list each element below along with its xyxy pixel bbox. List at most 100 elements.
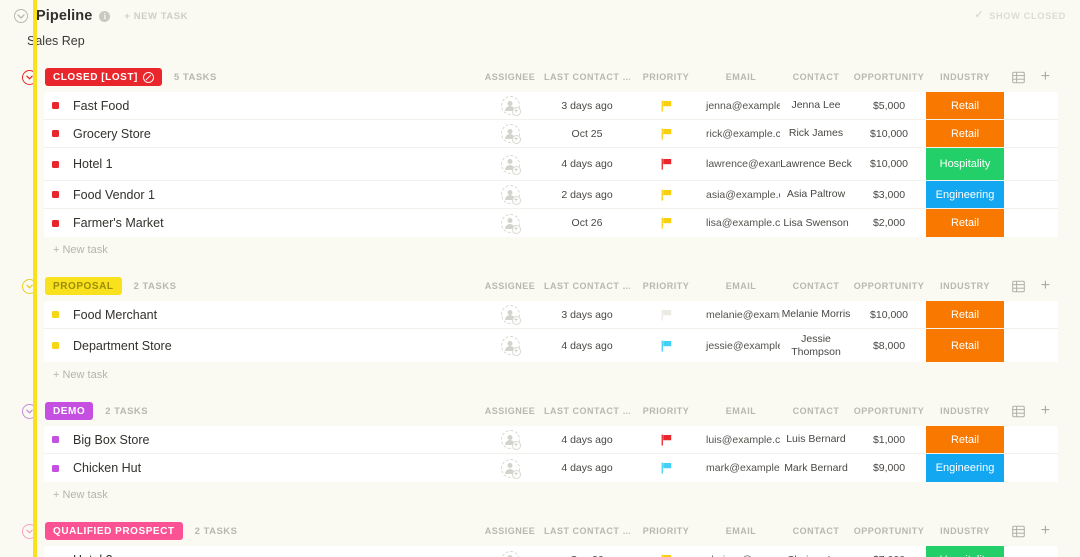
table-icon[interactable] [1012,405,1025,418]
column-header-opportunity[interactable]: OPPORTUNITY [852,281,926,291]
column-header-contact[interactable]: CONTACT [780,72,852,82]
cell-email[interactable]: rick@example.com [702,120,780,147]
plus-icon[interactable]: + [1041,523,1050,539]
cell-email[interactable]: lawrence@example.com [702,148,780,180]
column-header-lastcontact[interactable]: LAST CONTACT … [544,406,630,416]
industry-tag[interactable]: Retail [926,209,1004,237]
column-header-opportunity[interactable]: OPPORTUNITY [852,406,926,416]
plus-icon[interactable]: + [1041,278,1050,294]
cell-contact[interactable]: Lisa Swenson [780,209,852,237]
assignee-avatar-placeholder[interactable]: + [500,96,521,116]
industry-tag[interactable]: Retail [926,92,1004,119]
cell-assignee[interactable]: + [476,92,544,119]
cell-contact[interactable]: Clarissa Lee [780,546,852,557]
table-icon[interactable] [1012,280,1025,293]
industry-tag[interactable]: Retail [926,426,1004,453]
column-header-priority[interactable]: PRIORITY [630,281,702,291]
assignee-avatar-placeholder[interactable]: + [500,154,521,175]
cell-last-contact[interactable]: 4 days ago [544,454,630,482]
task-name[interactable]: Hotel 1 [73,157,113,171]
group-status-badge[interactable]: QUALIFIED PROSPECT [45,522,183,540]
cell-industry[interactable]: Hospitality [926,546,1004,557]
table-row[interactable]: Food Merchant +3 days ago melanie@example.… [44,301,1058,329]
cell-industry[interactable]: Hospitality [926,148,1004,180]
cell-priority[interactable] [630,426,702,453]
cell-industry[interactable]: Retail [926,301,1004,328]
column-header-priority[interactable]: PRIORITY [630,72,702,82]
info-icon[interactable]: i [99,10,111,22]
cell-industry[interactable]: Retail [926,120,1004,147]
cell-industry[interactable]: Engineering [926,181,1004,208]
cell-contact[interactable]: Asia Paltrow [780,181,852,208]
column-header-industry[interactable]: INDUSTRY [926,72,1004,82]
assignee-avatar-placeholder[interactable]: + [500,336,521,356]
cell-opportunity[interactable]: $10,000 [852,148,926,180]
cell-opportunity[interactable]: $1,000 [852,426,926,453]
cell-assignee[interactable]: + [476,546,544,557]
cell-last-contact[interactable]: 4 days ago [544,148,630,180]
column-header-priority[interactable]: PRIORITY [630,406,702,416]
column-header-lastcontact[interactable]: LAST CONTACT … [544,281,630,291]
cell-contact[interactable]: Rick James [780,120,852,147]
table-row[interactable]: Fast Food +3 days ago jenna@example.comJen… [44,92,1058,120]
collapse-all-chevron-icon[interactable] [14,9,28,23]
new-task-button[interactable]: + NEW TASK [124,11,188,22]
cell-priority[interactable] [630,92,702,119]
cell-last-contact[interactable]: 3 days ago [544,301,630,328]
cell-last-contact[interactable]: Sep 26 [544,546,630,557]
industry-tag[interactable]: Retail [926,329,1004,362]
assignee-avatar-placeholder[interactable]: + [500,305,521,325]
add-task-button-closed-lost[interactable]: + New task [44,237,1080,263]
column-header-email[interactable]: EMAIL [702,406,780,416]
column-header-industry[interactable]: INDUSTRY [926,281,1004,291]
table-icon[interactable] [1012,71,1025,84]
column-header-email[interactable]: EMAIL [702,72,780,82]
table-row[interactable]: Hotel 2 + Sep 26 clarissa@example.comClaris… [44,546,1058,557]
cell-assignee[interactable]: + [476,120,544,147]
column-header-contact[interactable]: CONTACT [780,406,852,416]
show-closed-toggle[interactable]: ✓ SHOW CLOSED [974,10,1066,21]
cell-priority[interactable] [630,120,702,147]
industry-tag[interactable]: Hospitality [926,148,1004,180]
cell-opportunity[interactable]: $7,000 [852,546,926,557]
cell-email[interactable]: asia@example.com [702,181,780,208]
cell-email[interactable]: clarissa@example.com [702,546,780,557]
assignee-avatar-placeholder[interactable]: + [500,185,521,205]
cell-priority[interactable] [630,454,702,482]
task-name[interactable]: Big Box Store [73,433,149,447]
industry-tag[interactable]: Hospitality [926,546,1004,557]
cell-last-contact[interactable]: Oct 26 [544,209,630,237]
column-header-email[interactable]: EMAIL [702,526,780,536]
cell-email[interactable]: lisa@example.com [702,209,780,237]
cell-industry[interactable]: Engineering [926,454,1004,482]
cell-priority[interactable] [630,148,702,180]
column-header-assignee[interactable]: ASSIGNEE [476,526,544,536]
table-icon[interactable] [1012,525,1025,538]
task-name[interactable]: Department Store [73,339,172,353]
group-status-badge[interactable]: DEMO [45,402,94,420]
table-row[interactable]: Hotel 1 +4 days ago lawrence@example.comLa… [44,148,1058,181]
industry-tag[interactable]: Retail [926,301,1004,328]
assignee-avatar-placeholder[interactable]: + [500,213,521,234]
assignee-avatar-placeholder[interactable]: + [500,124,521,144]
cell-priority[interactable] [630,181,702,208]
cell-opportunity[interactable]: $5,000 [852,92,926,119]
table-row[interactable]: Food Vendor 1 +2 days ago asia@example.com… [44,181,1058,209]
assignee-avatar-placeholder[interactable]: + [500,550,520,557]
cell-opportunity[interactable]: $10,000 [852,120,926,147]
industry-tag[interactable]: Engineering [926,454,1004,482]
cell-assignee[interactable]: + [476,148,544,180]
plus-icon[interactable]: + [1041,69,1050,85]
plus-icon[interactable]: + [1041,403,1050,419]
cell-opportunity[interactable]: $2,000 [852,209,926,237]
task-name[interactable]: Fast Food [73,99,129,113]
column-header-industry[interactable]: INDUSTRY [926,526,1004,536]
column-header-assignee[interactable]: ASSIGNEE [476,72,544,82]
add-task-button-proposal[interactable]: + New task [44,362,1080,388]
table-row[interactable]: Farmer's Market + Oct 26 lisa@example.comLi… [44,209,1058,237]
cell-contact[interactable]: Jenna Lee [780,92,852,119]
cell-email[interactable]: jessie@example.com [702,329,780,362]
assignee-avatar-placeholder[interactable]: + [500,430,521,450]
industry-tag[interactable]: Engineering [926,181,1004,208]
column-header-assignee[interactable]: ASSIGNEE [476,406,544,416]
